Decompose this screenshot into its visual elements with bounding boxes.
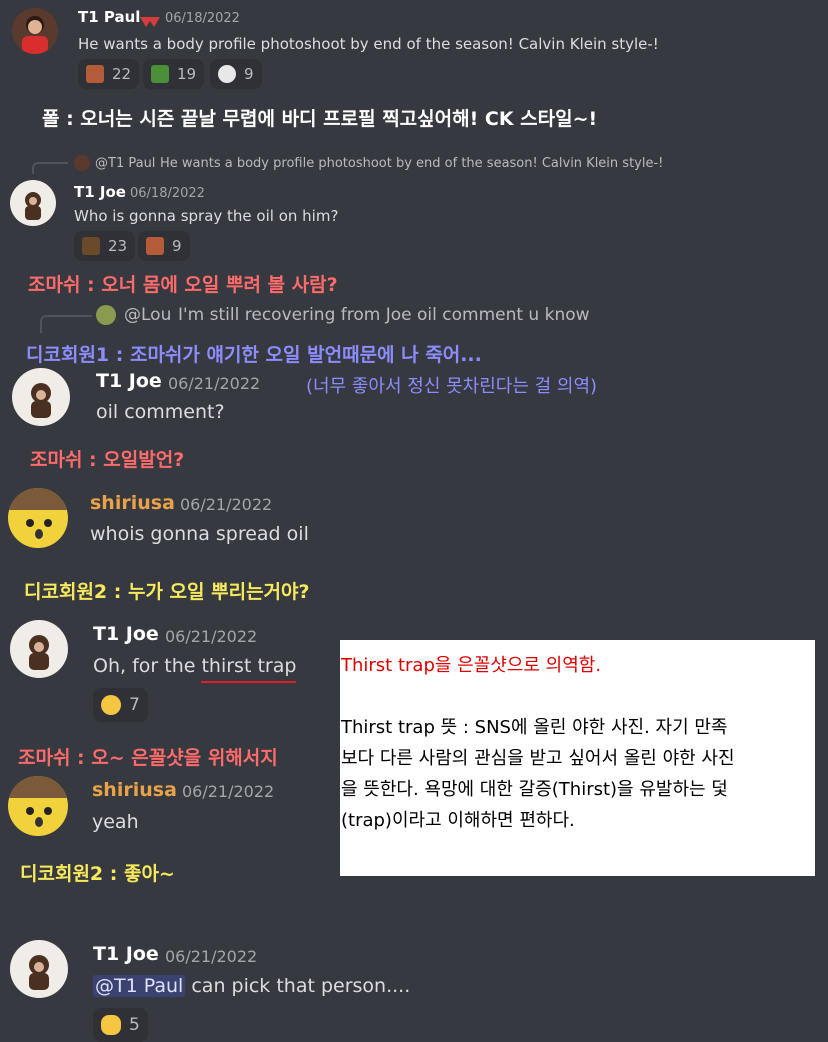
reaction-count: 7 [129, 695, 140, 715]
reaction-count: 9 [172, 237, 182, 255]
reaction-face[interactable]: 23 [74, 231, 136, 261]
avatar-shiriusa[interactable] [8, 488, 68, 548]
author-name[interactable]: shiriusa [90, 492, 175, 514]
translation-text: 조마쉬 : 오~ 은꼴샷을 위해서지 [18, 747, 278, 769]
explanation-note-box: Thirst trap을 은꼴샷으로 의역함. Thirst trap 뜻 : … [340, 640, 815, 876]
reply-text[interactable]: He wants a body profile photoshoot by en… [160, 156, 663, 171]
t1-badge-icon [140, 12, 160, 31]
author-name[interactable]: T1 Paul [78, 8, 140, 26]
translation-text: 폴 : 오너는 시즌 끝날 무렵에 바디 프로필 찍고싶어해! CK 스타일~! [42, 108, 598, 130]
translation-text: 조마쉬 : 오일발언? [30, 449, 185, 471]
reply-author[interactable]: @Lou [124, 305, 171, 325]
note-line: Thirst trap 뜻 : SNS에 올린 야한 사진. 자기 만족 [341, 717, 728, 738]
face-icon [82, 237, 100, 255]
translation-note: (너무 좋아서 정신 못차린다는 걸 의역) [306, 376, 598, 397]
ok-hand-icon [101, 1015, 121, 1035]
message-text: oil comment? [96, 401, 225, 423]
message-text: @T1 Paul can pick that person.... [93, 975, 410, 997]
message-text: Oh, for the thirst trap [93, 655, 297, 683]
reaction-skull[interactable]: 9 [210, 59, 262, 89]
reply-connector [32, 162, 68, 174]
message-text: He wants a body profile photoshoot by en… [78, 35, 659, 53]
author-name[interactable]: T1 Joe [74, 183, 126, 201]
author-name[interactable]: T1 Joe [96, 370, 162, 392]
reply-avatar [96, 305, 116, 325]
translation-text: 디코회원2 : 좋아~ [20, 863, 175, 885]
avatar-t1-joe[interactable] [12, 368, 70, 426]
reply-text[interactable]: I'm still recovering from Joe oil commen… [178, 305, 590, 325]
dog-face-icon [146, 237, 164, 255]
reaction-plant[interactable]: 19 [143, 59, 205, 89]
avatar-t1-joe[interactable] [10, 180, 56, 226]
note-line: 보다 다른 사람의 관심을 받고 싶어서 올린 야한 사진 [341, 748, 735, 769]
reaction-count: 23 [108, 237, 128, 255]
message-date: 06/21/2022 [182, 782, 275, 801]
reaction-count: 19 [177, 65, 197, 83]
message-text-prefix: Oh, for the [93, 655, 202, 677]
message-text: yeah [92, 811, 139, 833]
message-text: Who is gonna spray the oil on him? [74, 207, 339, 225]
message-date: 06/21/2022 [180, 495, 273, 514]
author-name[interactable]: T1 Joe [93, 623, 159, 645]
reply-author[interactable]: @T1 Paul [95, 156, 155, 171]
avatar-t1-paul[interactable] [12, 8, 58, 54]
note-spacer [340, 681, 815, 712]
highlighted-term: thirst trap [201, 655, 297, 683]
message-date: 06/21/2022 [168, 374, 261, 393]
joy-emoji-icon [101, 695, 121, 715]
skull-icon [218, 65, 236, 83]
translation-text: 디코회원2 : 누가 오일 뿌리는거야? [24, 581, 310, 603]
reaction-joy[interactable]: 7 [93, 688, 148, 722]
message-date: 06/21/2022 [165, 947, 258, 966]
reaction-count: 5 [129, 1015, 140, 1035]
reaction-dog[interactable]: 9 [138, 231, 190, 261]
reply-avatar [74, 155, 90, 171]
author-name[interactable]: shiriusa [92, 779, 177, 801]
note-line: (trap)이라고 이해하면 편하다. [341, 810, 575, 831]
avatar-t1-joe[interactable] [10, 620, 68, 678]
message-date: 06/21/2022 [165, 627, 258, 646]
message-date: 06/18/2022 [130, 186, 205, 201]
reply-connector [40, 315, 92, 333]
message-date: 06/18/2022 [165, 11, 240, 26]
translation-text: 디코회원1 : 조마쉬가 얘기한 오일 발언때문에 나 죽어... [26, 344, 482, 366]
plant-icon [151, 65, 169, 83]
reaction-count: 9 [244, 65, 254, 83]
author-name[interactable]: T1 Joe [93, 943, 159, 965]
avatar-t1-joe[interactable] [10, 940, 68, 998]
reaction-count: 22 [112, 65, 132, 83]
note-line: 을 뜻한다. 욕망에 대한 갈증(Thirst)을 유발하는 덫 [341, 779, 728, 800]
reaction-dog[interactable]: 22 [78, 59, 140, 89]
translation-text: 조마쉬 : 오너 몸에 오일 뿌려 볼 사람? [28, 274, 338, 296]
message-text: whois gonna spread oil [90, 523, 309, 545]
message-text-body: can pick that person.... [185, 975, 411, 997]
avatar-shiriusa[interactable] [8, 776, 68, 836]
note-title: Thirst trap을 은꼴샷으로 의역함. [341, 655, 602, 676]
reaction-ok-hand[interactable]: 5 [93, 1008, 148, 1042]
dog-face-icon [86, 65, 104, 83]
user-mention[interactable]: @T1 Paul [93, 975, 186, 997]
